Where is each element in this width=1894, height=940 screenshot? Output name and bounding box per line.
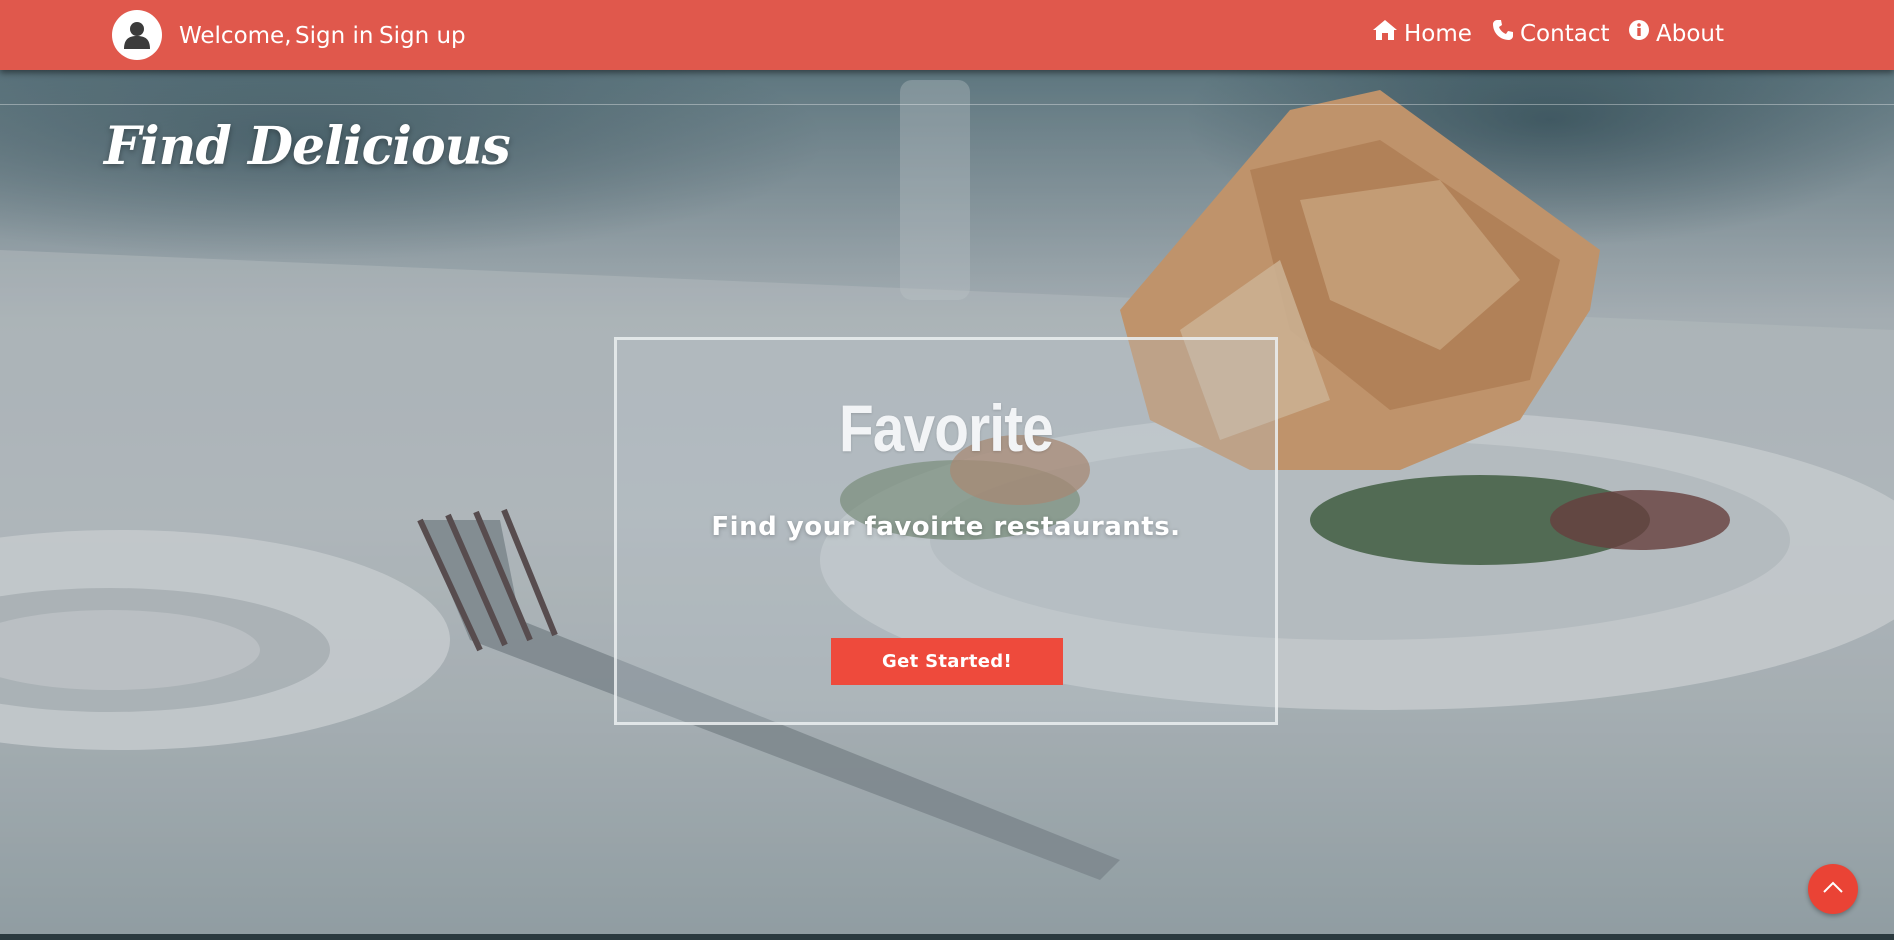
- brand-title: Find Delicious: [104, 116, 511, 177]
- bottom-edge: [0, 934, 1894, 940]
- hero-box: Favorite Find your favoirte restaurants.…: [614, 337, 1278, 725]
- scroll-to-top-button[interactable]: [1808, 864, 1858, 914]
- nav-home-link[interactable]: Home: [1372, 19, 1472, 48]
- nav-about-label: About: [1656, 20, 1725, 47]
- welcome-text: Welcome,: [179, 23, 292, 49]
- top-navbar: Welcome, Sign in Sign up Home Contact Ab…: [0, 0, 1894, 70]
- sign-in-link[interactable]: Sign in: [295, 22, 373, 50]
- nav-home-label: Home: [1404, 20, 1472, 47]
- hero-title: Favorite: [839, 391, 1054, 465]
- nav-about-link[interactable]: About: [1628, 19, 1724, 48]
- sign-up-link[interactable]: Sign up: [379, 22, 466, 50]
- chevron-up-icon: [1822, 880, 1844, 899]
- nav-contact-label: Contact: [1520, 20, 1610, 47]
- nav-contact-link[interactable]: Contact: [1492, 19, 1609, 48]
- info-icon: [1628, 19, 1650, 48]
- home-icon: [1372, 19, 1398, 48]
- user-icon[interactable]: [112, 10, 162, 60]
- hero-subtitle: Find your favoirte restaurants.: [711, 512, 1181, 542]
- header-divider: [0, 104, 1894, 105]
- phone-icon: [1492, 19, 1514, 48]
- get-started-button[interactable]: Get Started!: [831, 638, 1063, 685]
